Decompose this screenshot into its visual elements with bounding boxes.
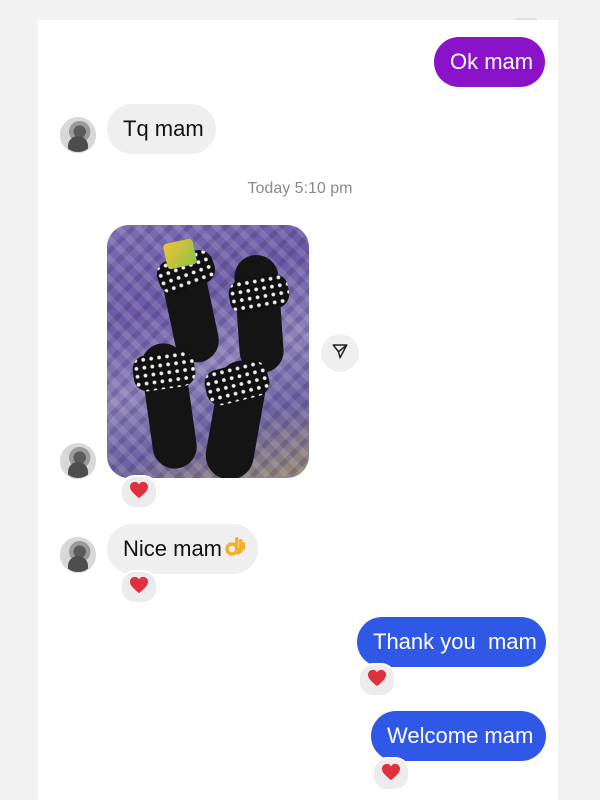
heart-icon [129,576,149,599]
outgoing-message-ok-mam[interactable]: Ok mam [434,37,545,87]
photo-message[interactable] [107,225,309,478]
heart-icon [367,669,387,692]
heart-reaction[interactable] [120,475,158,509]
message-text: Nice mam [123,536,223,561]
heart-reaction[interactable] [358,663,396,697]
ok-hand-emoji [224,534,246,564]
message-text: Thank you mam [373,629,537,654]
message-text: Tq mam [123,116,204,141]
avatar[interactable] [60,537,96,573]
outgoing-message-welcome[interactable]: Welcome mam [371,711,546,761]
divider [515,18,537,20]
heart-reaction[interactable] [120,570,158,604]
outgoing-message-thank-you[interactable]: Thank you mam [357,617,546,667]
avatar[interactable] [60,117,96,153]
heart-reaction[interactable] [372,757,410,791]
avatar[interactable] [60,443,96,479]
incoming-message-nice-mam[interactable]: Nice mam [107,524,258,574]
share-button[interactable] [321,334,359,372]
message-text: Welcome mam [387,723,534,748]
heart-icon [381,763,401,786]
timestamp: Today 5:10 pm [247,180,353,197]
incoming-message-tq-mam[interactable]: Tq mam [107,104,216,154]
message-text: Ok mam [450,49,534,74]
send-icon [331,342,349,365]
heart-icon [129,481,149,504]
